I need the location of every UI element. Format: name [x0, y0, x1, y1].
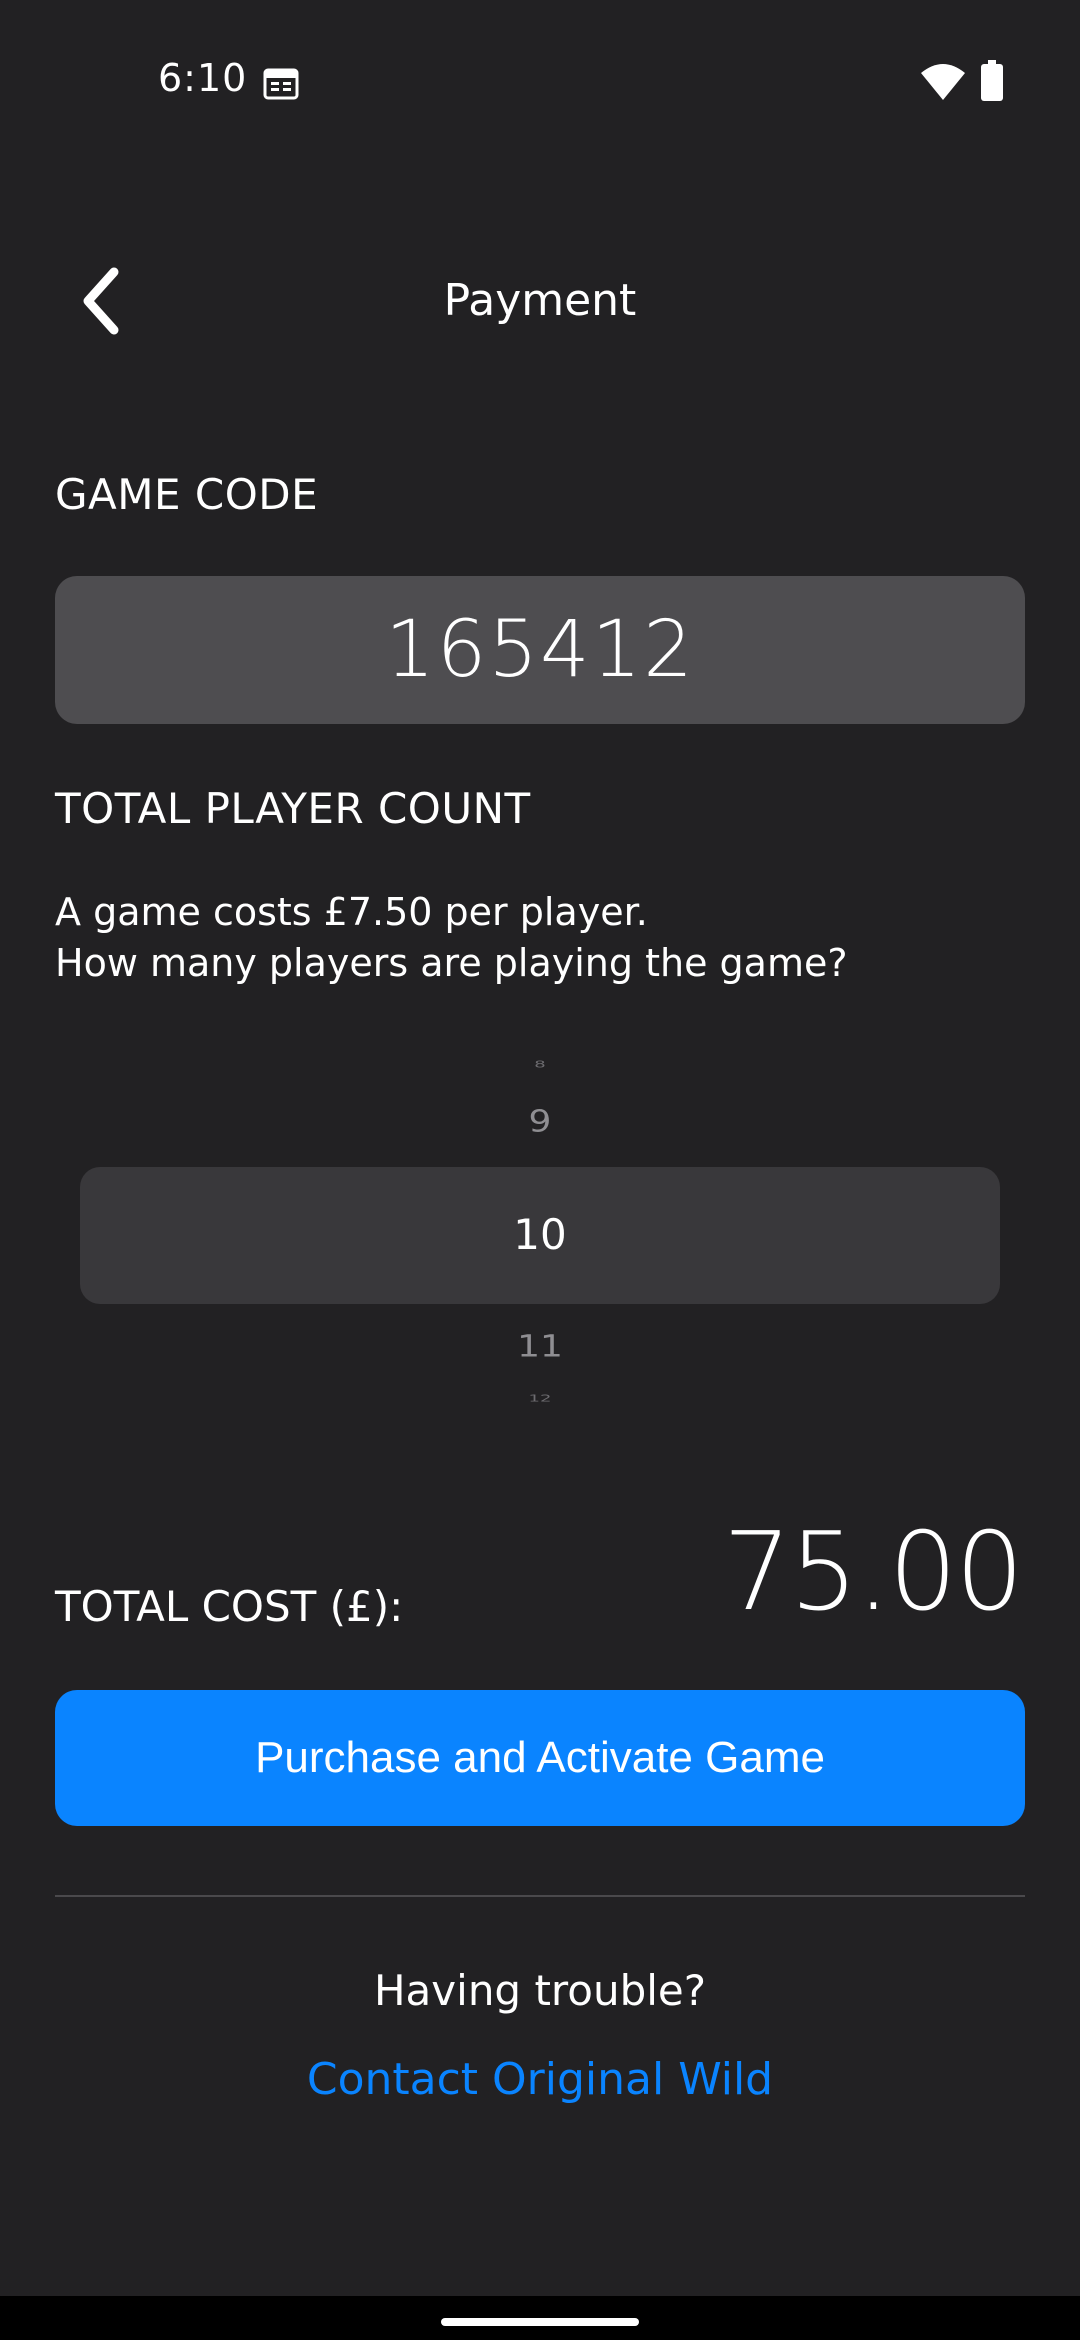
trouble-prompt: Having trouble?	[373, 1966, 707, 2015]
game-code-label: GAME CODE	[55, 470, 319, 519]
player-count-picker[interactable]: 8 9 10 11 12	[80, 1040, 1000, 1420]
player-question: How many players are playing the game?	[55, 941, 848, 985]
status-bar: 6:10	[0, 0, 1080, 165]
calendar-icon	[263, 66, 299, 100]
wifi-icon	[920, 62, 966, 102]
battery-icon	[981, 60, 1003, 101]
divider	[55, 1895, 1025, 1897]
picker-item[interactable]: 12	[80, 1393, 1000, 1405]
picker-item[interactable]: 9	[80, 1104, 1000, 1139]
status-time: 6:10	[158, 56, 248, 100]
page-title: Payment	[443, 275, 637, 326]
picker-item[interactable]: 11	[80, 1329, 1000, 1364]
home-gesture-handle[interactable]	[441, 2318, 639, 2326]
price-description: A game costs £7.50 per player.	[55, 890, 648, 934]
picker-item[interactable]: 8	[80, 1059, 1000, 1071]
total-cost-value: 75.00	[722, 1510, 1024, 1635]
player-count-label: TOTAL PLAYER COUNT	[55, 784, 531, 833]
picker-item-selected[interactable]: 10	[80, 1210, 1000, 1259]
purchase-button[interactable]: Purchase and Activate Game	[55, 1690, 1025, 1826]
total-cost-label: TOTAL COST (£):	[55, 1582, 404, 1631]
game-code-value: 165412	[385, 605, 695, 695]
game-code-field[interactable]: 165412	[55, 576, 1025, 724]
contact-link[interactable]: Contact Original Wild	[0, 2054, 1080, 2105]
